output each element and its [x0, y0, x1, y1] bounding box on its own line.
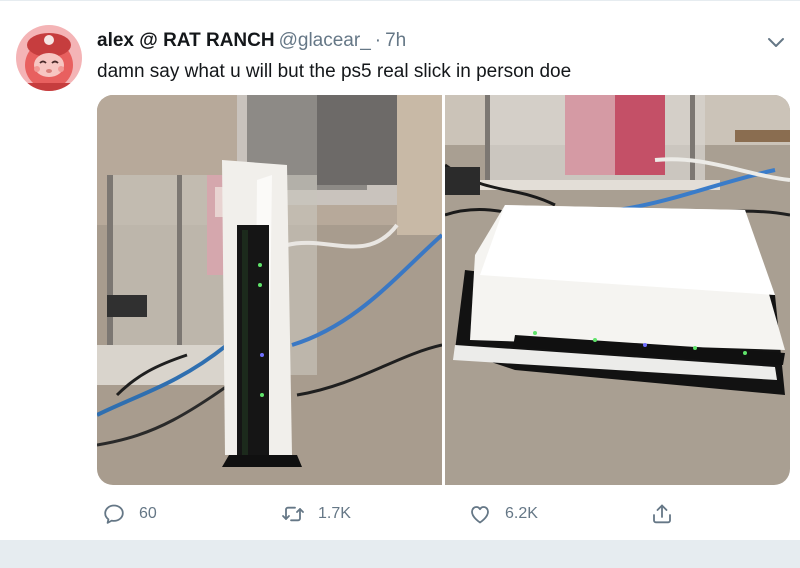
photo-ps5-vertical[interactable]: [97, 95, 444, 485]
photo-icon: [97, 95, 444, 485]
reply-icon: [104, 504, 124, 524]
tweet-media: [97, 95, 790, 485]
tweet: alex @ RAT RANCH @glacear_ · 7h damn say wh…: [0, 0, 800, 540]
reply-count: 60: [139, 505, 157, 522]
tweet-text: damn say what u will but the ps5 real sl…: [97, 61, 572, 82]
user-handle[interactable]: @glacear_: [279, 30, 371, 51]
reply-button[interactable]: 60: [101, 498, 157, 530]
separator-dot: ·: [374, 30, 382, 51]
retweet-icon: [282, 506, 304, 522]
tweet-divider: [0, 540, 800, 568]
like-count: 6.2K: [505, 505, 538, 522]
tweet-header: alex @ RAT RANCH @glacear_ · 7h: [97, 29, 406, 53]
retweet-button[interactable]: 1.7K: [280, 498, 351, 530]
tweet-actions: 60 1.7K 6.2K: [97, 498, 790, 530]
avatar[interactable]: [16, 25, 82, 91]
photo-icon: [444, 95, 790, 485]
timestamp[interactable]: 7h: [385, 30, 406, 51]
retweet-count: 1.7K: [318, 505, 351, 522]
more-options-chevron-icon[interactable]: [764, 32, 788, 52]
like-button[interactable]: 6.2K: [467, 498, 538, 530]
share-button[interactable]: [649, 498, 675, 530]
display-name[interactable]: alex @ RAT RANCH: [97, 30, 275, 51]
heart-icon: [471, 506, 489, 524]
share-icon: [653, 504, 671, 524]
photo-ps5-horizontal[interactable]: [444, 95, 790, 485]
avatar-image: [16, 25, 82, 91]
